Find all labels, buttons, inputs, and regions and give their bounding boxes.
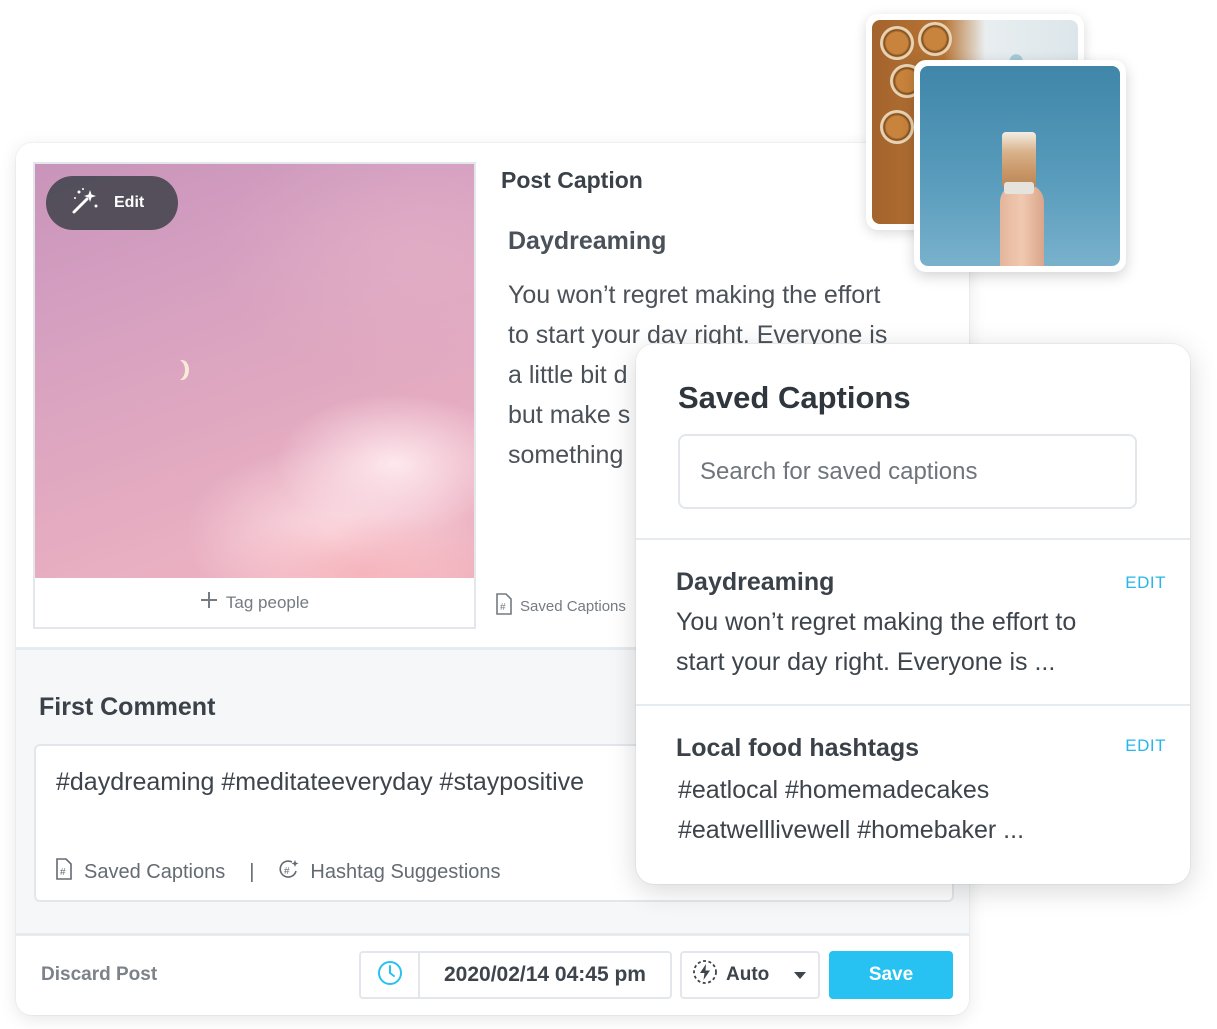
caption-heading[interactable]: Daydreaming bbox=[508, 227, 666, 256]
coffee-cup-shape bbox=[880, 26, 914, 60]
post-caption-title: Post Caption bbox=[501, 167, 643, 193]
first-comment-title: First Comment bbox=[39, 693, 216, 721]
edit-photo-button[interactable]: Edit bbox=[46, 176, 178, 230]
saved-caption-line: You won’t regret making the effort to bbox=[676, 608, 1077, 636]
saved-captions-icon: # bbox=[54, 858, 74, 886]
saved-caption-title: Local food hashtags bbox=[676, 734, 920, 762]
saved-caption-edit-link[interactable]: EDIT bbox=[1125, 736, 1166, 756]
first-comment-text[interactable]: #daydreaming #meditateeveryday #stayposi… bbox=[56, 768, 584, 797]
saved-caption-preview: #eatlocal #homemadecakes #eatwelllivewel… bbox=[678, 770, 1148, 850]
saved-captions-title: Saved Captions bbox=[678, 380, 911, 415]
svg-text:#: # bbox=[500, 602, 506, 613]
comment-tools: # Saved Captions | # Hashtag Suggestions bbox=[54, 858, 501, 886]
glass-shape bbox=[1002, 132, 1036, 188]
post-footer: Discard Post 2020/02/14 04:45 pm Auto Sa bbox=[16, 936, 969, 1015]
comment-saved-captions-button[interactable]: Saved Captions bbox=[84, 861, 225, 884]
chevron-down-icon bbox=[794, 972, 806, 979]
auto-publish-select[interactable]: Auto bbox=[680, 951, 820, 999]
saved-caption-item[interactable]: Local food hashtags EDIT #eatlocal #home… bbox=[636, 706, 1190, 882]
svg-text:#: # bbox=[284, 866, 290, 877]
schedule-clock-button[interactable] bbox=[359, 951, 420, 999]
saved-caption-line: #eatwelllivewell #homebaker ... bbox=[678, 816, 1025, 844]
hashtag-suggestion-icon: # bbox=[278, 858, 300, 886]
hand-shape bbox=[1000, 184, 1044, 266]
saved-captions-icon: # bbox=[494, 593, 514, 619]
saved-caption-title: Daydreaming bbox=[676, 568, 835, 596]
coffee-cup-shape bbox=[918, 22, 952, 56]
clock-icon bbox=[377, 960, 403, 991]
coffee-cup-shape bbox=[880, 110, 914, 144]
auto-publish-label: Auto bbox=[726, 964, 770, 985]
saved-caption-preview: You won’t regret making the effort to st… bbox=[676, 602, 1146, 682]
moon-shape bbox=[171, 360, 185, 380]
glass-base-shape bbox=[1004, 182, 1034, 194]
iced-coffee-photo bbox=[920, 66, 1120, 266]
caption-saved-captions-label: Saved Captions bbox=[520, 597, 626, 615]
saved-caption-line: #eatlocal #homemadecakes bbox=[678, 776, 990, 804]
magic-wand-icon bbox=[70, 186, 100, 221]
saved-caption-item[interactable]: Daydreaming EDIT You won’t regret making… bbox=[636, 540, 1190, 704]
saved-captions-search-input[interactable] bbox=[678, 434, 1137, 509]
post-photo-frame: Edit Tag people bbox=[33, 162, 476, 629]
edit-photo-label: Edit bbox=[114, 194, 145, 211]
discard-post-button[interactable]: Discard Post bbox=[41, 964, 157, 986]
hashtag-suggestions-button[interactable]: Hashtag Suggestions bbox=[310, 861, 500, 884]
plus-icon bbox=[200, 591, 218, 614]
post-photo[interactable]: Edit bbox=[35, 164, 474, 578]
saved-caption-line: start your day right. Everyone is ... bbox=[676, 648, 1056, 676]
svg-text:#: # bbox=[60, 867, 66, 878]
caption-line: You won’t regret making the effort bbox=[508, 281, 881, 309]
tool-separator: | bbox=[249, 860, 255, 883]
save-button[interactable]: Save bbox=[829, 951, 953, 999]
saved-captions-panel: Saved Captions Daydreaming EDIT You won’… bbox=[636, 344, 1190, 884]
tag-people-label: Tag people bbox=[225, 592, 310, 612]
media-thumbnail-drink[interactable] bbox=[914, 60, 1126, 272]
tag-people-button[interactable]: Tag people bbox=[35, 578, 474, 627]
saved-caption-edit-link[interactable]: EDIT bbox=[1125, 573, 1166, 593]
schedule-datetime-field[interactable]: 2020/02/14 04:45 pm bbox=[418, 951, 672, 999]
auto-publish-icon bbox=[692, 959, 718, 991]
caption-saved-captions-button[interactable]: # Saved Captions bbox=[494, 593, 626, 619]
